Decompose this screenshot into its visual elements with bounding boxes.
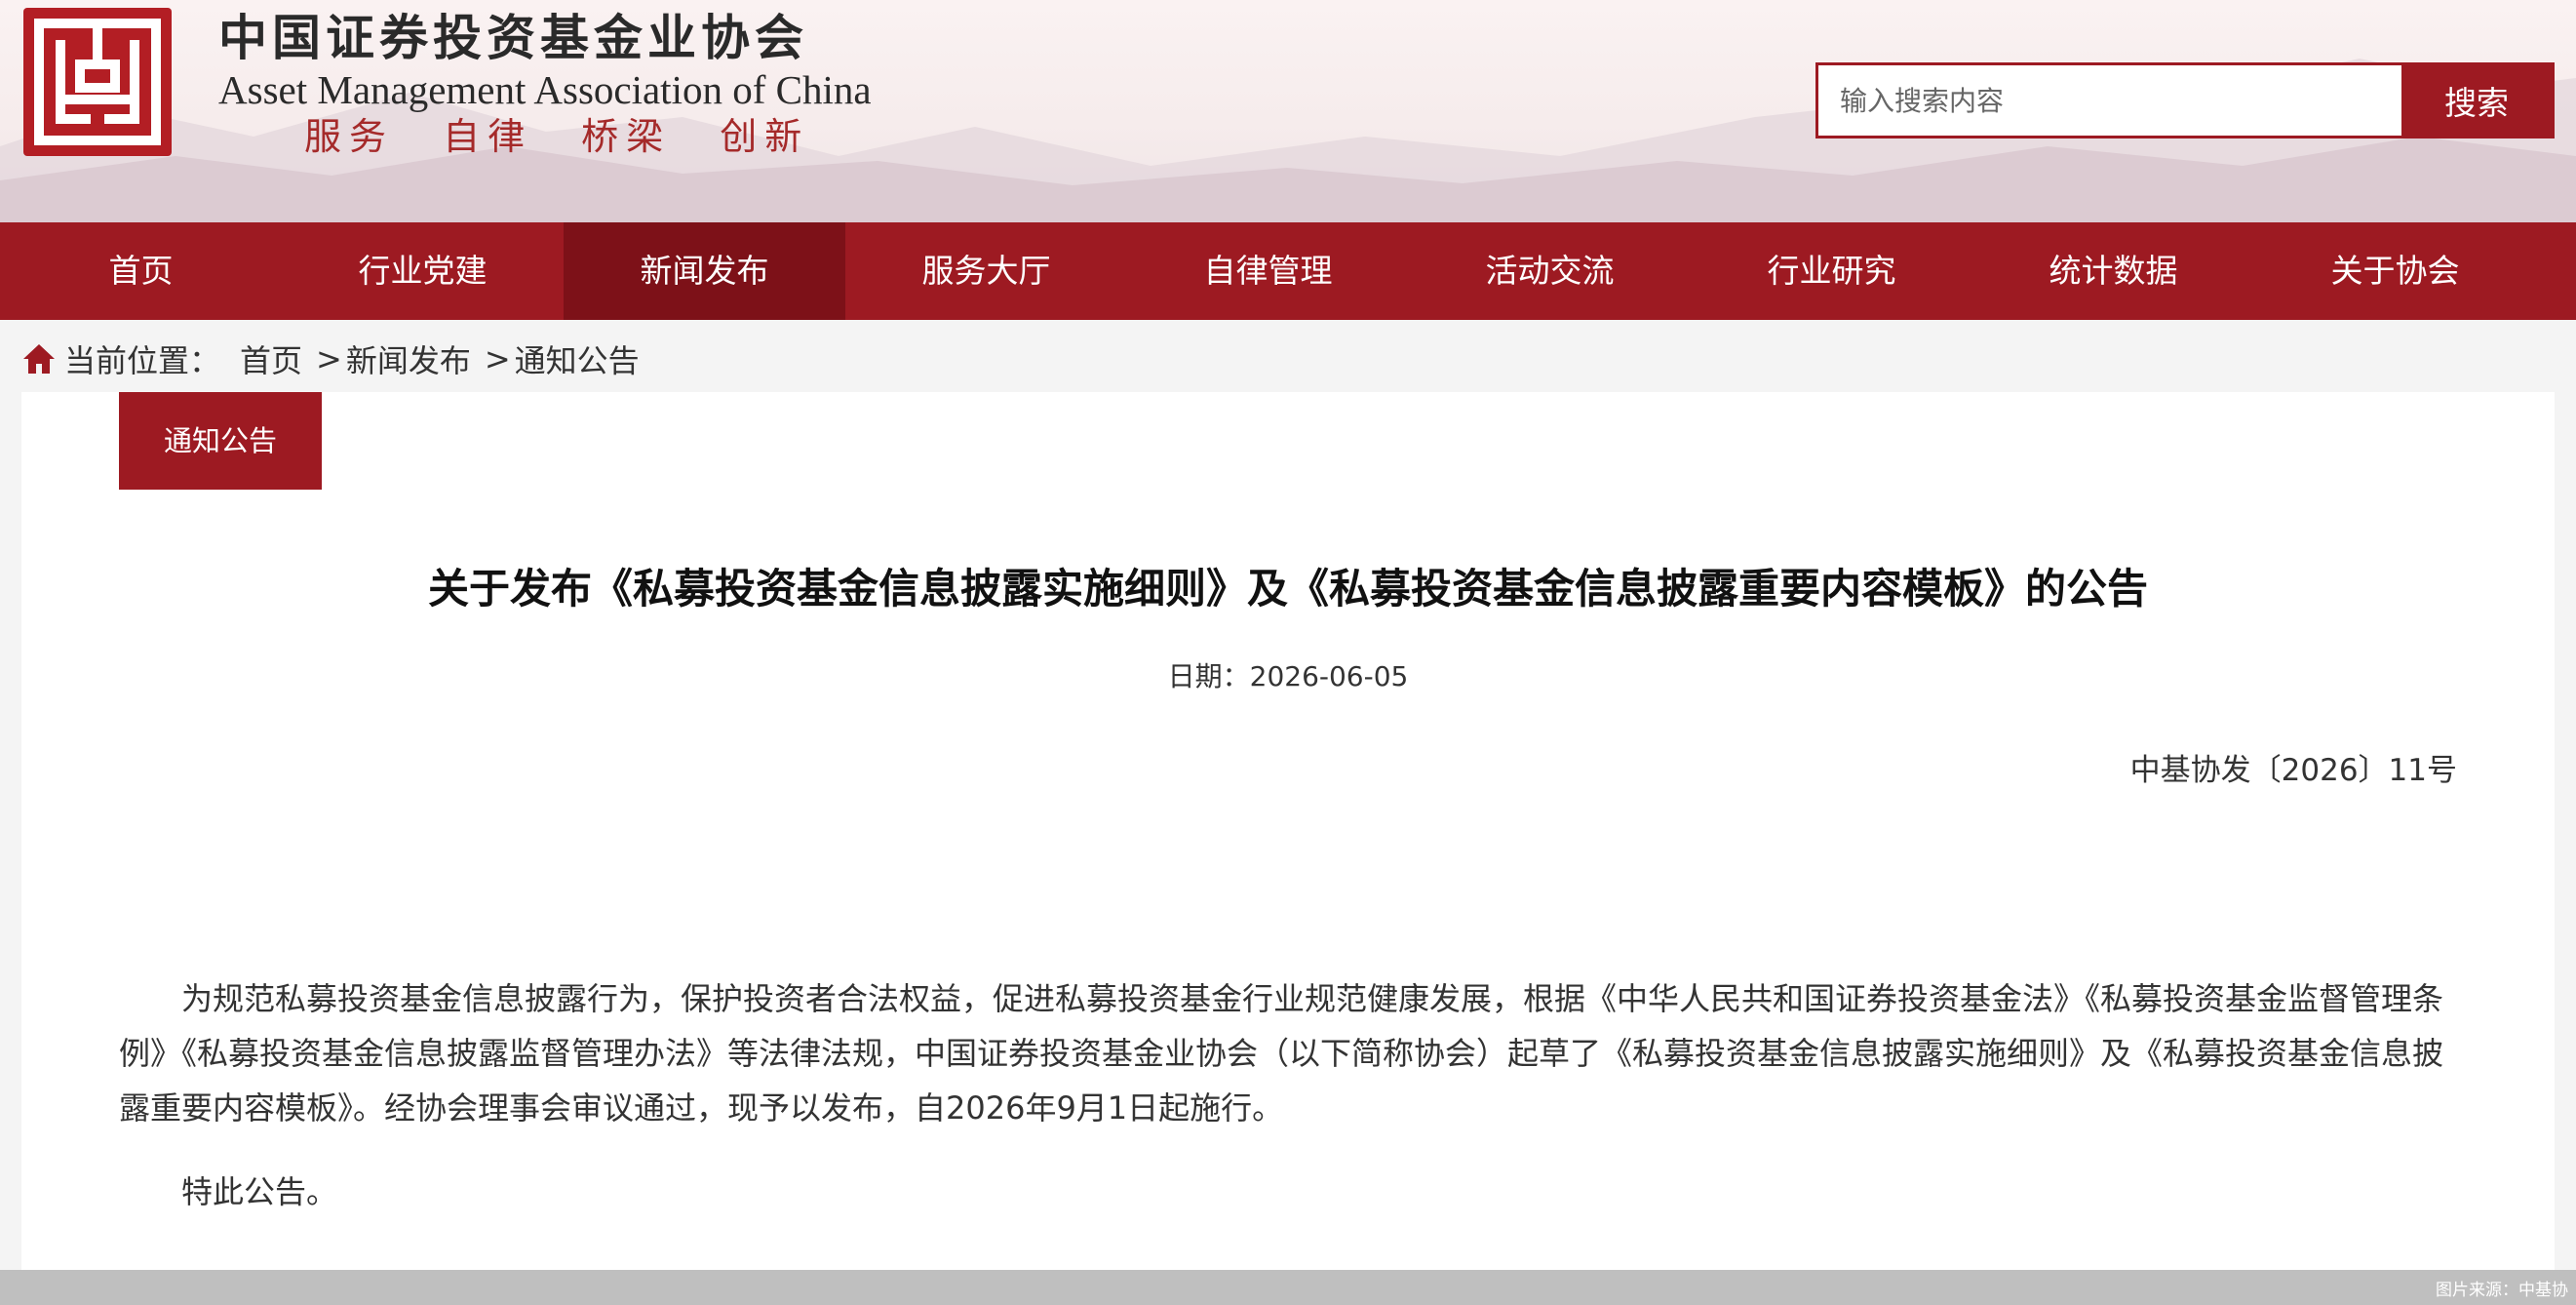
breadcrumb-separator: > <box>484 340 511 377</box>
breadcrumb: 当前位置： 首页 > 新闻发布 > 通知公告 <box>21 337 640 380</box>
breadcrumb-separator: > <box>316 340 342 377</box>
org-name-en: Asset Management Association of China <box>218 67 872 112</box>
breadcrumb-link-2[interactable]: 新闻发布 <box>346 336 471 381</box>
nav-item-3[interactable]: 新闻发布 <box>564 222 845 320</box>
nav-item-8[interactable]: 统计数据 <box>1972 222 2254 320</box>
nav-item-1[interactable]: 首页 <box>0 222 282 320</box>
search-button[interactable]: 搜索 <box>2401 65 2552 136</box>
bottom-bar: 图片来源：中基协 <box>0 1270 2576 1305</box>
image-source-caption: 图片来源：中基协 <box>2436 1281 2568 1300</box>
search-box: 搜索 <box>1815 62 2555 138</box>
section-tab-notices[interactable]: 通知公告 <box>119 392 322 490</box>
nav-item-2[interactable]: 行业党建 <box>282 222 564 320</box>
nav-item-5[interactable]: 自律管理 <box>1127 222 1409 320</box>
association-logo-icon <box>23 8 172 156</box>
search-input[interactable] <box>1818 65 2401 136</box>
breadcrumb-link-1[interactable]: 首页 <box>240 336 302 381</box>
article-paragraph: 特此公告。 <box>181 1173 338 1210</box>
nav-item-4[interactable]: 服务大厅 <box>845 222 1127 320</box>
article-title: 关于发布《私募投资基金信息披露实施细则》及《私募投资基金信息披露重要内容模板》的… <box>427 565 2148 613</box>
org-name-cn: 中国证券投资基金业协会 <box>218 9 808 66</box>
nav-item-7[interactable]: 行业研究 <box>1691 222 1972 320</box>
nav-item-9[interactable]: 关于协会 <box>2254 222 2536 320</box>
org-slogan: 服务 自律 桥梁 创新 <box>304 115 810 158</box>
home-icon <box>23 344 55 374</box>
article-card: 通知公告 关于发布《私募投资基金信息披露实施细则》及《私募投资基金信息披露重要内… <box>21 392 2555 1270</box>
main-nav: 首页 行业党建 新闻发布 服务大厅 自律管理 活动交流 行业研究 统计数据 关于协会 <box>0 222 2576 320</box>
document-number: 中基协发〔2026〕11号 <box>2129 753 2457 788</box>
site-header: 中国证券投资基金业协会 Asset Management Association… <box>0 0 2576 222</box>
article-date: 日期：2026-06-05 <box>1167 660 1409 692</box>
article-paragraph: 为规范私募投资基金信息披露行为，保护投资者合法权益，促进私募投资基金行业规范健康… <box>119 980 2444 1127</box>
breadcrumb-prefix: 当前位置： <box>64 342 221 379</box>
breadcrumb-link-3[interactable]: 通知公告 <box>515 336 640 381</box>
article-body: 为规范私募投资基金信息披露行为，保护投资者合法权益，促进私募投资基金行业规范健康… <box>119 971 2457 1248</box>
logo-text-block: 中国证券投资基金业协会 Asset Management Association… <box>218 8 872 162</box>
nav-item-6[interactable]: 活动交流 <box>1409 222 1691 320</box>
